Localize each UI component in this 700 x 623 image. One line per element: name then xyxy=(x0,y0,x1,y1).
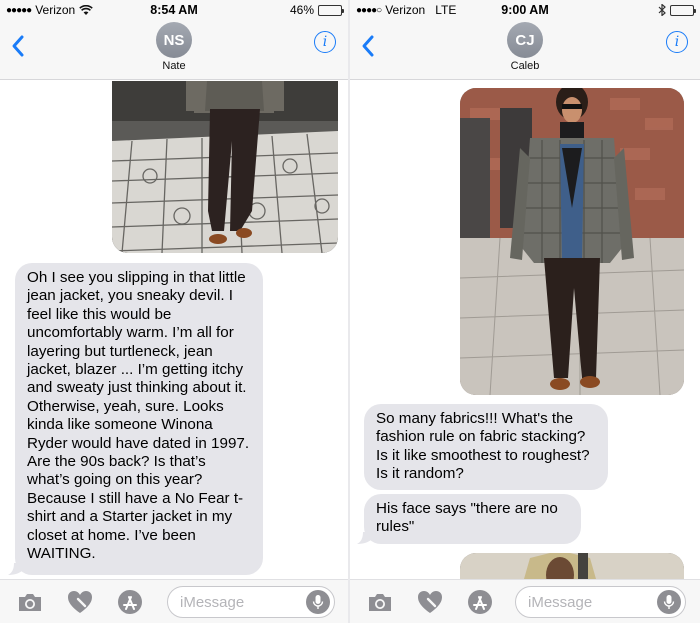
digital-touch-heart-icon[interactable] xyxy=(66,589,94,615)
conversation-header: NS Nate i xyxy=(0,20,348,80)
outfit-photo-image xyxy=(112,81,338,253)
carrier: ●●●●● Verizon xyxy=(6,3,93,17)
back-chevron-icon[interactable] xyxy=(10,34,26,58)
network-type: LTE xyxy=(435,3,457,17)
outfit-photo-image xyxy=(460,88,684,395)
wifi-icon xyxy=(79,4,93,15)
input-bar: iMessage xyxy=(0,579,348,623)
message-input-placeholder: iMessage xyxy=(528,594,593,611)
signal-dots-icon: ●●●●● xyxy=(6,4,32,16)
info-icon[interactable]: i xyxy=(666,31,688,53)
contact-avatar[interactable]: NS xyxy=(156,22,192,58)
message-input[interactable]: iMessage xyxy=(515,586,686,618)
signal-dots-icon: ●●●●○ xyxy=(356,4,382,16)
microphone-icon[interactable] xyxy=(306,590,330,614)
carrier: ●●●●○ Verizon LTE xyxy=(356,3,456,17)
bluetooth-icon xyxy=(658,4,666,16)
status-right xyxy=(658,4,696,16)
status-bar: ●●●●● Verizon 8:54 AM 46% xyxy=(0,0,348,20)
battery-icon xyxy=(318,4,344,16)
status-bar: ●●●●○ Verizon LTE 9:00 AM xyxy=(350,0,700,20)
bubble-tail xyxy=(357,532,371,544)
status-right: 46% xyxy=(289,3,344,17)
message-input-placeholder: iMessage xyxy=(180,594,245,611)
input-bar: iMessage xyxy=(350,579,700,623)
message-input[interactable]: iMessage xyxy=(167,586,335,618)
back-chevron-icon[interactable] xyxy=(360,34,376,58)
outfit-photo[interactable] xyxy=(460,88,684,395)
contact-avatar[interactable]: CJ xyxy=(507,22,543,58)
app-store-icon[interactable] xyxy=(466,589,494,615)
conversation-header: CJ Caleb i xyxy=(350,20,700,80)
outfit-photo[interactable] xyxy=(112,81,338,253)
carrier-name: Verizon xyxy=(385,3,426,17)
bubble-tail xyxy=(8,563,22,575)
camera-icon[interactable] xyxy=(16,589,44,615)
app-store-icon[interactable] xyxy=(116,589,144,615)
received-message: His face says "there are no rules" xyxy=(364,494,581,544)
camera-icon[interactable] xyxy=(366,589,394,615)
info-icon[interactable]: i xyxy=(314,31,336,53)
digital-touch-heart-icon[interactable] xyxy=(416,589,444,615)
received-message: So many fabrics!!! What's the fashion ru… xyxy=(364,404,608,490)
contact-name[interactable]: Nate xyxy=(0,60,348,72)
battery-percent: 46% xyxy=(289,3,314,17)
conversation-panel-nate: ●●●●● Verizon 8:54 AM 46% NS Nate i Oh I… xyxy=(0,0,348,623)
contact-name[interactable]: Caleb xyxy=(350,60,700,72)
conversation-panel-caleb: ●●●●○ Verizon LTE 9:00 AM CJ Caleb i So … xyxy=(350,0,700,623)
carrier-name: Verizon xyxy=(35,3,76,17)
battery-icon xyxy=(670,4,696,16)
microphone-icon[interactable] xyxy=(657,590,681,614)
received-message: Oh I see you slipping in that little jea… xyxy=(15,263,263,575)
